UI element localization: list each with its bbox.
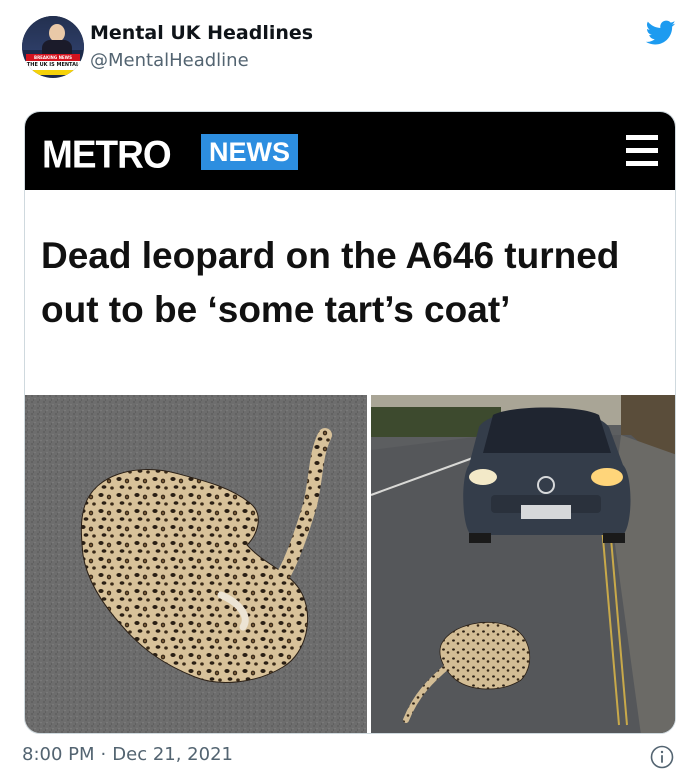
display-name[interactable]: Mental UK Headlines: [90, 22, 313, 44]
metro-header: METRO NEWS: [25, 112, 675, 190]
user-handle[interactable]: @MentalHeadline: [90, 50, 249, 71]
article-media[interactable]: METRO NEWS Dead leopard on the A646 turn…: [24, 111, 676, 734]
tweet-timestamp[interactable]: 8:00 PM · Dec 21, 2021: [22, 744, 233, 765]
avatar-strap: THE UK IS MENTAL: [24, 61, 82, 70]
article-headline: Dead leopard on the A646 turned out to b…: [41, 235, 620, 330]
avatar-banner: BREAKING NEWS: [26, 54, 80, 61]
coat-closeup-photo: [25, 395, 367, 733]
hamburger-menu-icon: [623, 132, 661, 170]
avatar[interactable]: BREAKING NEWS THE UK IS MENTAL: [22, 16, 84, 78]
metro-logo: METRO: [42, 132, 172, 176]
twitter-bird-icon[interactable]: [646, 20, 676, 46]
news-badge: NEWS: [201, 134, 298, 170]
tweet-card: BREAKING NEWS THE UK IS MENTAL Mental UK…: [0, 0, 700, 779]
info-icon[interactable]: [650, 745, 674, 769]
coat-in-road-photo: [371, 395, 675, 733]
